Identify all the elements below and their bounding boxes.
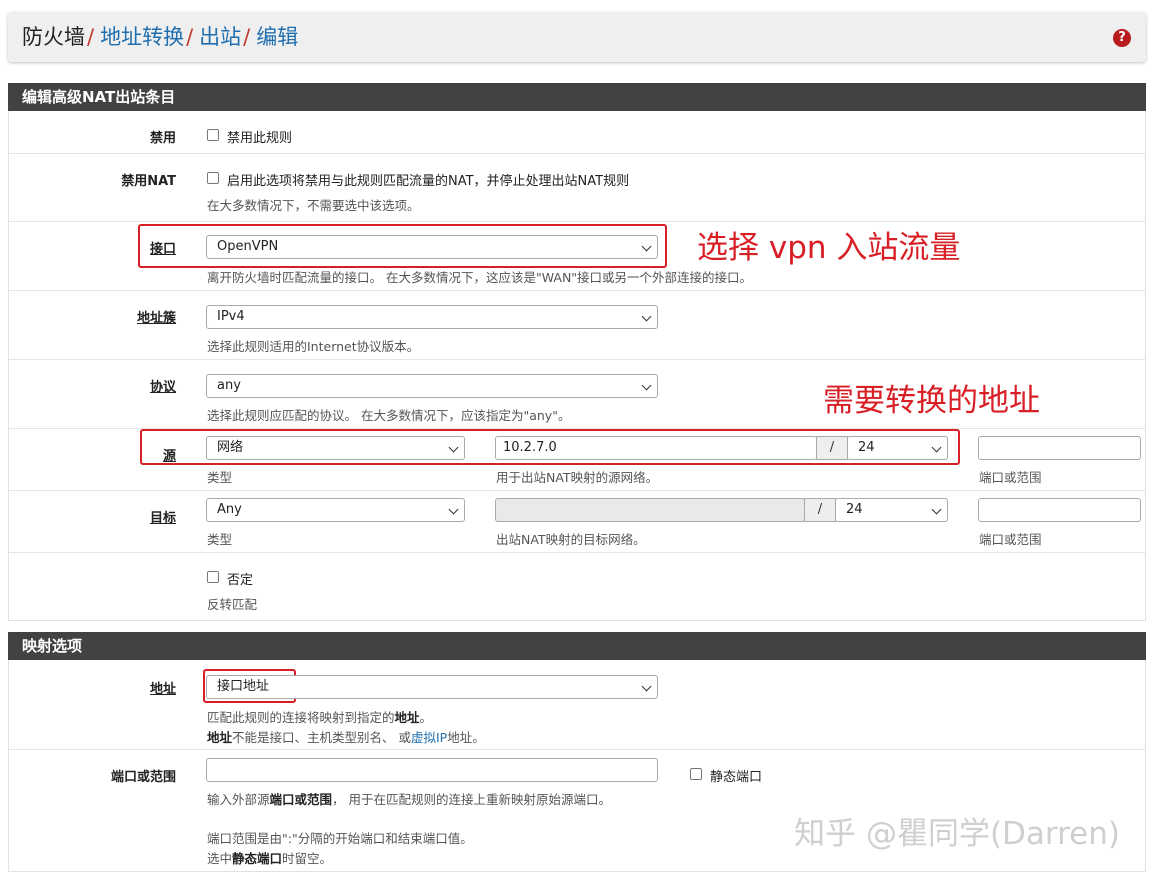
destination-mask-select[interactable]: 24: [835, 498, 948, 522]
family-select-value: IPv4: [217, 309, 245, 324]
mapping-address-value: 接口地址: [217, 679, 270, 694]
interface-help: 离开防火墙时匹配流量的接口。 在大多数情况下，这应该是"WAN"接口或另一个外部…: [207, 270, 753, 285]
family-select[interactable]: IPv4: [206, 305, 658, 329]
protocol-help: 选择此规则应匹配的协议。 在大多数情况下，应该指定为"any"。: [207, 408, 571, 423]
destination-address-help: 出站NAT映射的目标网络。: [496, 532, 646, 547]
disabled-checkbox-label[interactable]: 禁用此规则: [227, 127, 292, 146]
nonat-label: 禁用NAT: [121, 174, 176, 189]
static-port-label[interactable]: 静态端口: [710, 766, 762, 785]
source-port-input[interactable]: [978, 436, 1141, 460]
destination-mask-slash: /: [804, 498, 836, 522]
chevron-down-icon: [641, 681, 652, 692]
source-type-select[interactable]: 网络: [206, 436, 465, 460]
source-mask-select[interactable]: 24: [847, 436, 948, 460]
interface-label: 接口: [149, 242, 176, 257]
virtual-ip-link[interactable]: 虚拟IP: [411, 730, 447, 745]
destination-mask-value: 24: [846, 502, 863, 517]
breadcrumb-bar: 防火墙/地址转换/出站/编辑 ?: [8, 12, 1146, 62]
source-mask-slash: /: [816, 436, 848, 460]
source-port-help: 端口或范围: [979, 470, 1042, 485]
family-help: 选择此规则适用的Internet协议版本。: [207, 339, 420, 354]
protocol-select-value: any: [217, 378, 241, 393]
destination-port-input[interactable]: [978, 498, 1141, 522]
destination-label: 目标: [149, 511, 176, 526]
source-mask-value: 24: [858, 440, 875, 455]
nonat-checkbox-label[interactable]: 启用此选项将禁用与此规则匹配流量的NAT，并停止处理出站NAT规则: [227, 170, 629, 189]
breadcrumb-edit[interactable]: 编辑: [256, 25, 298, 49]
chevron-down-icon: [641, 311, 652, 322]
mapping-port-label: 端口或范围: [110, 770, 176, 785]
mapping-address-select[interactable]: 接口地址: [206, 675, 658, 699]
row-divider: [9, 490, 1145, 491]
destination-port-help: 端口或范围: [979, 532, 1042, 547]
panel-header-edit-nat: 编辑高级NAT出站条目: [8, 83, 1146, 111]
row-divider: [9, 552, 1145, 553]
chevron-down-icon: [641, 380, 652, 391]
chevron-down-icon: [931, 442, 942, 453]
invert-checkbox[interactable]: [207, 571, 219, 583]
chevron-down-icon: [641, 241, 652, 252]
source-type-help: 类型: [207, 470, 233, 485]
source-address-input[interactable]: 10.2.7.0: [495, 436, 817, 460]
source-type-value: 网络: [217, 440, 244, 455]
invert-help: 反转匹配: [207, 597, 258, 612]
chevron-down-icon: [448, 442, 459, 453]
mapping-address-help-1: 匹配此规则的连接将映射到指定的地址。: [207, 710, 433, 725]
family-label: 地址簇: [136, 311, 176, 326]
row-divider: [9, 153, 1145, 154]
row-divider: [9, 749, 1145, 750]
interface-select[interactable]: OpenVPN: [206, 235, 658, 259]
question-circle-icon[interactable]: ?: [1113, 29, 1131, 47]
row-divider: [9, 290, 1145, 291]
breadcrumb-outbound[interactable]: 出站: [199, 25, 241, 49]
source-address-help: 用于出站NAT映射的源网络。: [496, 470, 659, 485]
disabled-label: 禁用: [149, 131, 176, 146]
destination-address-input[interactable]: [495, 498, 805, 522]
interface-annotation: 选择 vpn 入站流量: [697, 230, 961, 266]
nonat-help: 在大多数情况下，不需要选中该选项。: [207, 198, 420, 213]
mapping-port-input[interactable]: [206, 758, 658, 782]
protocol-label: 协议: [149, 380, 176, 395]
breadcrumb-separator: /: [186, 25, 194, 49]
mapping-port-help-3: 选中静态端口时留空。: [207, 851, 333, 866]
panel-header-mapping: 映射选项: [8, 632, 1146, 660]
breadcrumb-separator: /: [87, 25, 95, 49]
static-port-checkbox[interactable]: [690, 768, 702, 780]
breadcrumb-firewall[interactable]: 防火墙: [22, 25, 85, 49]
breadcrumb-nat[interactable]: 地址转换: [100, 25, 184, 49]
mapping-address-label: 地址: [149, 682, 176, 697]
mapping-port-help-1: 输入外部源端口或范围， 用于在匹配规则的连接上重新映射原始源端口。: [207, 792, 612, 807]
nonat-checkbox[interactable]: [207, 172, 219, 184]
chevron-down-icon: [448, 504, 459, 515]
protocol-select[interactable]: any: [206, 374, 658, 398]
row-divider: [9, 359, 1145, 360]
destination-type-select[interactable]: Any: [206, 498, 465, 522]
watermark: 知乎 @瞿同学(Darren): [794, 816, 1120, 852]
breadcrumb-separator: /: [243, 25, 251, 49]
row-divider: [9, 221, 1145, 222]
source-label: 源: [162, 449, 176, 464]
mapping-address-help-2: 地址不能是接口、主机类型别名、 或虚拟IP地址。: [207, 730, 485, 745]
interface-select-value: OpenVPN: [217, 239, 279, 254]
chevron-down-icon: [931, 504, 942, 515]
invert-checkbox-label[interactable]: 否定: [227, 569, 253, 588]
source-annotation: 需要转换的地址: [823, 383, 1040, 419]
mapping-port-help-2: 端口范围是由":"分隔的开始端口和结束端口值。: [207, 831, 473, 846]
destination-type-value: Any: [217, 502, 242, 517]
breadcrumb: 防火墙/地址转换/出站/编辑: [22, 23, 298, 51]
destination-type-help: 类型: [207, 532, 233, 547]
disabled-checkbox[interactable]: [207, 129, 219, 141]
